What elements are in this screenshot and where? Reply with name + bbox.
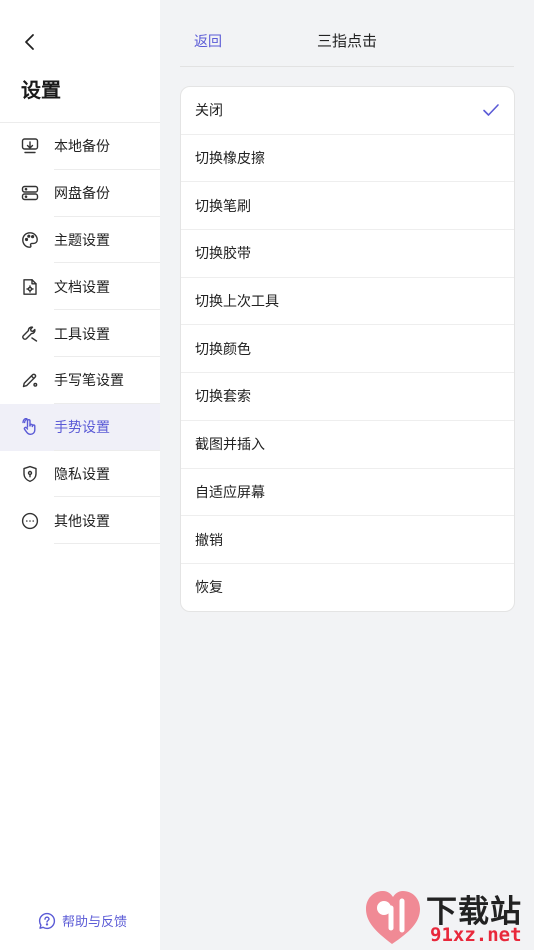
sidebar-menu: 本地备份 网盘备份 主题设置 文档设置 工具设置 手写笔设置 手势设置 隐私设置…	[0, 123, 160, 545]
sidebar-item-gesture[interactable]: 手势设置	[0, 403, 160, 451]
option-item[interactable]: 切换橡皮擦	[181, 133, 514, 182]
sidebar-item-other[interactable]: 其他设置	[0, 497, 160, 545]
sidebar-item-privacy[interactable]: 隐私设置	[0, 451, 160, 498]
watermark: 下载站 91xz.net	[362, 886, 532, 948]
local-backup-icon	[21, 137, 39, 155]
option-label: 切换笔刷	[195, 198, 251, 215]
sidebar-item-label: 本地备份	[54, 139, 110, 156]
page-title: 三指点击	[316, 32, 377, 50]
option-label: 切换上次工具	[195, 294, 279, 311]
option-item[interactable]: 切换颜色	[181, 324, 514, 372]
option-label: 关闭	[195, 103, 223, 120]
option-label: 自适应屏幕	[195, 484, 265, 501]
document-gear-icon	[21, 278, 39, 296]
chevron-left-icon	[25, 34, 34, 50]
watermark-bottom-text: 91xz.net	[430, 924, 522, 946]
option-label: 切换橡皮擦	[195, 151, 265, 168]
option-item[interactable]: 自适应屏幕	[181, 467, 514, 516]
sidebar-item-tools[interactable]: 工具设置	[0, 310, 160, 357]
option-item[interactable]: 切换套索	[181, 372, 514, 420]
checkmark-icon	[483, 104, 499, 117]
sidebar-item-label: 工具设置	[54, 326, 110, 343]
shield-icon	[21, 465, 39, 483]
sidebar-item-label: 手写笔设置	[54, 373, 124, 390]
option-label: 撤销	[195, 532, 223, 549]
sidebar-item-label: 隐私设置	[54, 466, 110, 483]
wrench-icon	[21, 325, 39, 343]
option-label: 切换颜色	[195, 341, 251, 358]
sidebar-item-label: 网盘备份	[54, 186, 110, 203]
option-item[interactable]: 切换胶带	[181, 229, 514, 277]
option-label: 切换胶带	[195, 246, 251, 263]
more-circle-icon	[21, 512, 39, 530]
sidebar-item-theme[interactable]: 主题设置	[0, 217, 160, 264]
question-circle-icon	[38, 912, 56, 929]
cloud-drive-icon	[21, 184, 39, 202]
help-feedback-label: 帮助与反馈	[62, 915, 128, 930]
sidebar-item-cloud-backup[interactable]: 网盘备份	[0, 170, 160, 217]
option-label: 切换套索	[195, 389, 251, 406]
watermark-logo-icon	[366, 891, 420, 944]
sidebar-item-label: 主题设置	[54, 232, 110, 249]
option-list: 关闭 切换橡皮擦 切换笔刷 切换胶带 切换上次工具 切换颜色 切换套索 截图并插…	[180, 86, 515, 612]
sidebar-item-stylus[interactable]: 手写笔设置	[0, 357, 160, 404]
divider	[54, 543, 160, 545]
option-label: 截图并插入	[195, 437, 265, 454]
sidebar-item-local-backup[interactable]: 本地备份	[0, 123, 160, 170]
option-item[interactable]: 恢复	[181, 562, 514, 611]
sidebar: 设置 本地备份 网盘备份 主题设置 文档设置 工具设置 手写笔设置 手势设置 隐…	[0, 0, 160, 950]
option-item[interactable]: 切换笔刷	[181, 181, 514, 229]
page-title: 设置	[21, 78, 61, 102]
help-feedback-link[interactable]: 帮助与反馈	[38, 911, 127, 930]
option-label: 恢复	[195, 580, 223, 597]
option-item[interactable]: 切换上次工具	[181, 276, 514, 325]
option-item[interactable]: 撤销	[181, 515, 514, 563]
back-button[interactable]	[16, 28, 44, 56]
sidebar-item-document[interactable]: 文档设置	[0, 263, 160, 311]
option-item[interactable]: 关闭	[181, 87, 514, 134]
palette-icon	[21, 231, 39, 249]
content-header: 返回 三指点击	[180, 0, 514, 67]
sidebar-item-label: 其他设置	[54, 513, 110, 530]
pen-gear-icon	[21, 371, 39, 389]
hand-gesture-icon	[21, 418, 39, 436]
sidebar-item-label: 文档设置	[54, 279, 110, 296]
sidebar-item-label: 手势设置	[54, 420, 110, 437]
option-item[interactable]: 截图并插入	[181, 419, 514, 468]
